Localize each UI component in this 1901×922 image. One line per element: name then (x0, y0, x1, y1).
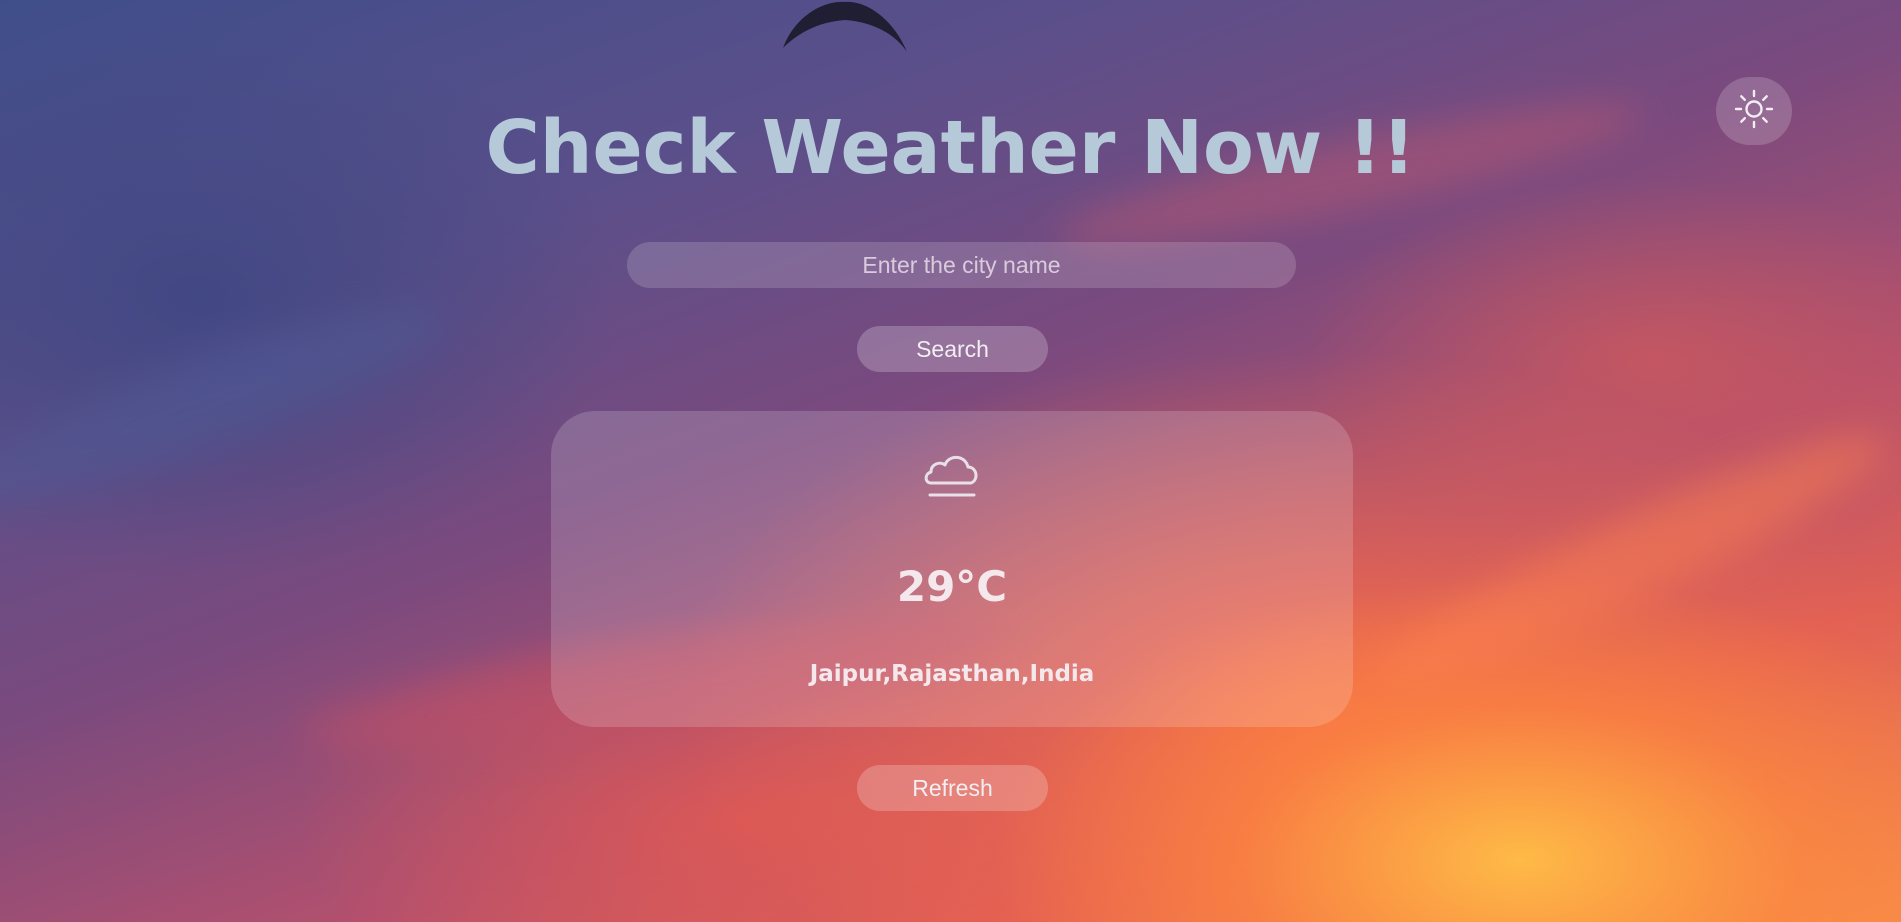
weather-card: 29°C Jaipur,Rajasthan,India (551, 411, 1353, 727)
refresh-button[interactable]: Refresh (857, 765, 1048, 811)
search-button[interactable]: Search (857, 326, 1048, 372)
background-bird-silhouette (775, 0, 915, 60)
cloud-icon (921, 447, 983, 503)
temperature-value: 29°C (896, 562, 1008, 611)
page-title: Check Weather Now !! (485, 105, 1416, 191)
location-label: Jaipur,Rajasthan,India (809, 661, 1095, 687)
background-cloud-streak (0, 273, 460, 537)
background-cloud-streak (1359, 405, 1901, 715)
city-search-input[interactable] (627, 242, 1296, 288)
